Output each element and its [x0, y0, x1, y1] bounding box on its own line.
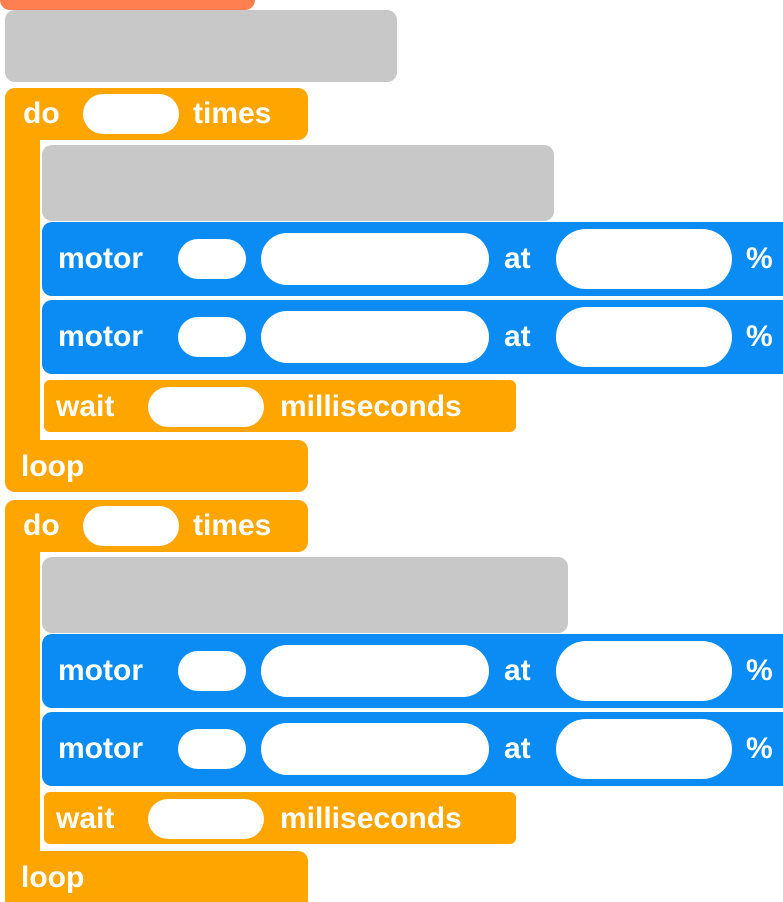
- loop-label: loop: [21, 861, 85, 894]
- repeat-block-2-footer: loop: [5, 851, 308, 902]
- times-input[interactable]: [83, 506, 179, 546]
- motor-block-1[interactable]: motor at %: [42, 222, 783, 296]
- at-label: at: [504, 242, 531, 275]
- motor-port-input[interactable]: [178, 651, 246, 691]
- at-label: at: [504, 320, 531, 353]
- motor-label: motor: [58, 732, 143, 765]
- repeat-block-2-header[interactable]: do times: [5, 500, 308, 552]
- motor-speed-input[interactable]: [556, 641, 732, 701]
- do-label: do: [23, 509, 60, 542]
- motor-direction-input[interactable]: [261, 723, 489, 775]
- repeat-block-1-header[interactable]: do times: [5, 88, 308, 140]
- motor-block-4[interactable]: motor at %: [42, 712, 783, 786]
- milliseconds-label: milliseconds: [280, 390, 462, 423]
- times-label: times: [193, 97, 272, 130]
- motor-direction-input[interactable]: [261, 311, 489, 363]
- wait-block-2[interactable]: wait milliseconds: [42, 790, 518, 846]
- motor-direction-input[interactable]: [261, 645, 489, 697]
- wait-block-1[interactable]: wait milliseconds: [42, 378, 518, 434]
- wait-label: wait: [56, 390, 115, 423]
- motor-speed-input[interactable]: [556, 229, 732, 289]
- placeholder-block-inner-1[interactable]: [42, 145, 554, 221]
- motor-port-input[interactable]: [178, 317, 246, 357]
- at-label: at: [504, 732, 531, 765]
- wait-label: wait: [56, 802, 115, 835]
- milliseconds-label: milliseconds: [280, 802, 462, 835]
- motor-label: motor: [58, 242, 143, 275]
- repeat-block-1-footer: loop: [5, 440, 308, 492]
- loop-label: loop: [21, 450, 85, 483]
- times-input[interactable]: [83, 94, 179, 134]
- times-label: times: [193, 509, 272, 542]
- do-label: do: [23, 97, 60, 130]
- motor-port-input[interactable]: [178, 729, 246, 769]
- percent-label: %: [746, 732, 773, 765]
- placeholder-block-top[interactable]: [5, 10, 397, 82]
- wait-duration-input[interactable]: [148, 799, 264, 839]
- motor-block-3[interactable]: motor at %: [42, 634, 783, 708]
- motor-speed-input[interactable]: [556, 719, 732, 779]
- motor-speed-input[interactable]: [556, 307, 732, 367]
- percent-label: %: [746, 242, 773, 275]
- motor-direction-input[interactable]: [261, 233, 489, 285]
- motor-block-2[interactable]: motor at %: [42, 300, 783, 374]
- repeat-block-1-spine: [5, 88, 40, 490]
- at-label: at: [504, 654, 531, 687]
- placeholder-block-inner-2[interactable]: [42, 557, 568, 633]
- top-block-tab: [0, 0, 255, 10]
- motor-label: motor: [58, 654, 143, 687]
- repeat-block-2-spine: [5, 500, 40, 902]
- motor-port-input[interactable]: [178, 239, 246, 279]
- motor-label: motor: [58, 320, 143, 353]
- percent-label: %: [746, 654, 773, 687]
- percent-label: %: [746, 320, 773, 353]
- wait-duration-input[interactable]: [148, 387, 264, 427]
